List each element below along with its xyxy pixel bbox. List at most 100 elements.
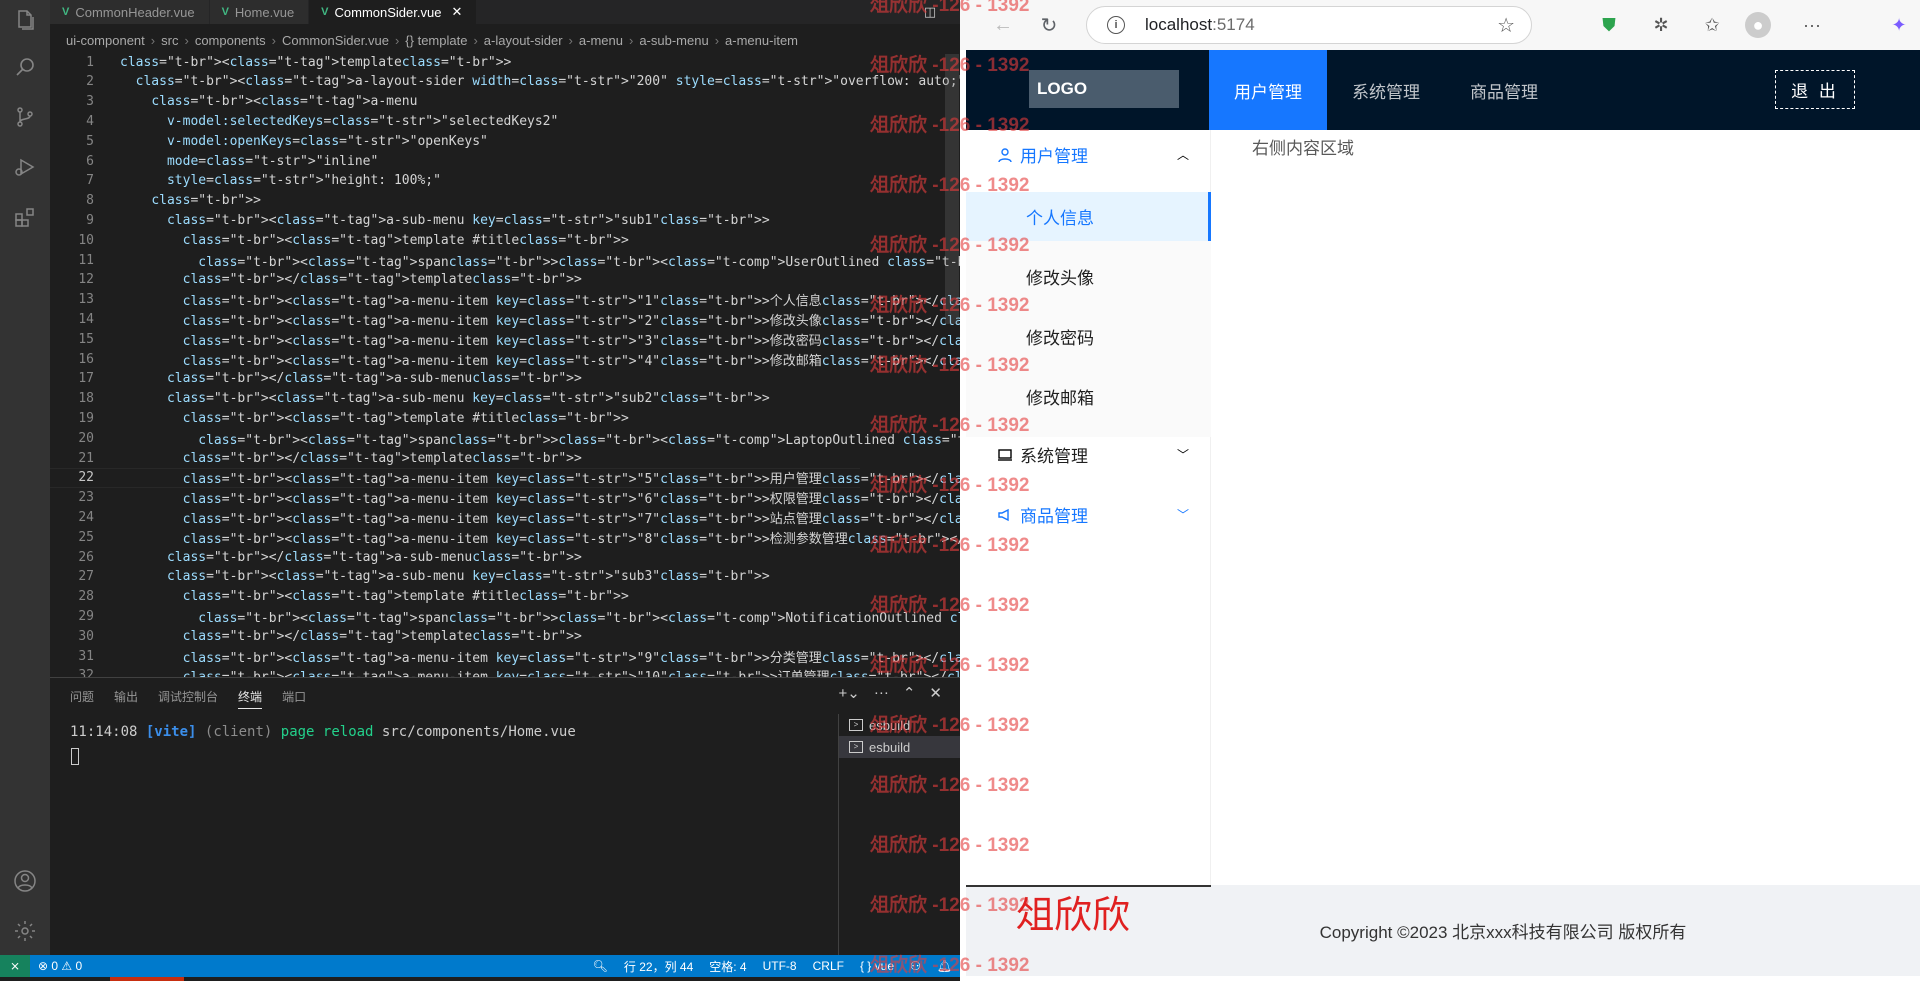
copilot-icon[interactable]: ✦ [1886,12,1912,38]
top-menu-item-users[interactable]: 用户管理 [1209,50,1327,130]
code-line[interactable]: 7 style=class="t-str">"height: 100%;" [50,171,860,191]
eol[interactable]: CRLF [805,959,852,973]
code-line[interactable]: 14 class="t-br"><class="t-tag">a-menu-it… [50,309,960,329]
search-icon[interactable] [13,55,37,79]
remote-icon[interactable]: ⨯ [0,955,30,977]
logout-button[interactable]: 退 出 [1775,70,1855,109]
bottom-panel: 问题 输出 调试控制台 终端 端口 +⌄ ··· ⌃ ✕ 11:14:08 [vite]… [50,677,960,956]
breadcrumb-item[interactable]: {} template [405,33,467,48]
shield-icon[interactable]: ⛊ [1596,12,1622,38]
code-line[interactable]: 26 class="t-br"></class="t-tag">a-sub-me… [50,547,860,567]
breadcrumb-item[interactable]: a-menu [579,33,623,48]
tab-commonheader[interactable]: V CommonHeader.vue [50,0,210,24]
maximize-panel-icon[interactable]: ⌃ [903,684,916,702]
code-line[interactable]: 2 class="t-br"><class="t-tag">a-layout-s… [50,72,960,92]
code-line[interactable]: 5 v-model:openKeys=class="t-str">"openKe… [50,131,860,151]
extensions-icon[interactable] [13,205,37,229]
source-control-icon[interactable] [13,105,37,129]
code-text: class="t-br"><class="t-tag">a-menu-item … [182,313,960,329]
code-line[interactable]: 12 class="t-br"></class="t-tag">template… [50,270,860,290]
code-line[interactable]: 18 class="t-br"><class="t-tag">a-sub-men… [50,389,860,409]
code-line[interactable]: 21 class="t-br"></class="t-tag">template… [50,448,860,468]
code-line[interactable]: 3 class="t-br"><class="t-tag">a-menu [50,92,860,112]
favorite-star-icon[interactable]: ☆ [1497,13,1515,38]
code-line[interactable]: 31 class="t-br"><class="t-tag">a-menu-it… [50,646,960,666]
terminal-icon: > [849,741,863,753]
code-line[interactable]: 30 class="t-br"></class="t-tag">template… [50,626,860,646]
line-number: 11 [78,252,94,268]
top-menu-item-products[interactable]: 商品管理 [1445,50,1563,130]
code-line[interactable]: 8 class="t-br">> [50,191,860,211]
code-line[interactable]: 19 class="t-br"><class="t-tag">template … [50,408,860,428]
profile-avatar-icon[interactable]: ● [1745,12,1771,38]
tab-commonsider[interactable]: V CommonSider.vue ✕ [309,0,478,24]
code-line[interactable]: 32 class="t-br"><class="t-tag">a-menu-it… [50,666,960,677]
code-editor[interactable]: 1 class="t-br"><class="t-tag">templatecla… [50,52,960,677]
problems-status[interactable]: ⊗ 0 ⚠ 0 [30,959,90,973]
code-line[interactable]: 11 class="t-br"><class="t-tag">spanclass… [50,250,960,270]
panel-tab[interactable]: 调试控制台 [158,688,218,709]
extensions-puzzle-icon[interactable]: ✲ [1648,12,1674,38]
refresh-icon[interactable]: ↻ [1036,12,1062,38]
code-line[interactable]: 13 class="t-br"><class="t-tag">a-menu-it… [50,290,960,310]
line-number: 12 [78,272,94,288]
taskbar-indicator [110,977,184,981]
encoding[interactable]: UTF-8 [755,959,805,973]
more-icon[interactable]: ··· [874,684,889,702]
code-line[interactable]: 10 class="t-br"><class="t-tag">template … [50,230,860,250]
explorer-icon[interactable] [13,8,37,32]
top-menu-item-system[interactable]: 系统管理 [1327,50,1445,130]
tab-home[interactable]: V Home.vue [209,0,310,24]
breadcrumb-item[interactable]: components [195,33,266,48]
code-line[interactable]: 15 class="t-br"><class="t-tag">a-menu-it… [50,329,960,349]
account-icon[interactable] [13,869,37,893]
editor-tabs: V CommonHeader.vue V Home.vue V CommonSider… [50,0,960,24]
code-line[interactable]: 28 class="t-br"><class="t-tag">template … [50,587,860,607]
close-tab-icon[interactable]: ✕ [451,4,462,20]
settings-gear-icon[interactable] [13,919,37,943]
code-text: class="t-br"><class="t-tag">a-menu-item … [182,294,960,310]
line-number: 13 [78,292,94,308]
code-text: class="t-br"><class="t-tag">a-menu-item … [182,531,960,547]
code-line[interactable]: 4 v-model:selectedKeys=class="t-str">"se… [50,111,860,131]
breadcrumb-item[interactable]: a-menu-item [725,33,798,48]
code-line[interactable]: 25 class="t-br"><class="t-tag">a-menu-it… [50,527,960,547]
zoom-icon[interactable]: 🔍︎ [585,959,616,973]
site-info-icon[interactable]: i [1107,16,1125,34]
code-line[interactable]: 29 class="t-br"><class="t-tag">spanclass… [50,606,960,626]
code-line[interactable]: 22 class="t-br"><class="t-tag">a-menu-it… [50,467,960,488]
line-number: 16 [78,351,94,367]
code-line[interactable]: 24 class="t-br"><class="t-tag">a-menu-it… [50,507,960,527]
code-line[interactable]: 9 class="t-br"><class="t-tag">a-sub-menu… [50,210,860,230]
new-terminal-icon[interactable]: +⌄ [839,684,860,702]
panel-tab[interactable]: 终端 [238,688,263,709]
close-panel-icon[interactable]: ✕ [929,684,942,702]
breadcrumb-item[interactable]: src [161,33,178,48]
cursor-position[interactable]: 行 22，列 44 [616,958,701,975]
code-line[interactable]: 27 class="t-br"><class="t-tag">a-sub-men… [50,567,860,587]
run-debug-icon[interactable] [13,155,37,179]
breadcrumb-item[interactable]: ui-component [66,33,145,48]
favorites-icon[interactable]: ✩ [1699,12,1725,38]
line-number: 30 [78,628,94,644]
code-text: class="t-br"></class="t-tag">a-sub-menuc… [166,371,582,387]
code-line[interactable]: 20 class="t-br"><class="t-tag">spanclass… [50,428,960,448]
browser-window: ← ↻ i localhost:5174 ☆ ⛊ ✲ ✩ ● ··· ✦ LOG… [960,0,1920,981]
code-text: class="t-br"><class="t-tag">a-sub-menu k… [166,569,770,585]
terminal-instance[interactable]: > esbuild [839,736,960,758]
panel-tab[interactable]: 问题 [70,688,94,709]
breadcrumb-item[interactable]: a-layout-sider [484,33,563,48]
breadcrumb-item[interactable]: a-sub-menu [639,33,708,48]
panel-tab[interactable]: 端口 [282,688,306,709]
code-line[interactable]: 6 mode=class="t-str">"inline" [50,151,860,171]
menu-dots-icon[interactable]: ··· [1799,12,1825,38]
code-line[interactable]: 17 class="t-br"></class="t-tag">a-sub-me… [50,369,860,389]
watermark-text: 俎欣欣 -126 - 1392 [870,655,1030,676]
indentation[interactable]: 空格: 4 [701,958,754,975]
panel-tab[interactable]: 输出 [114,688,138,709]
code-line[interactable]: 23 class="t-br"><class="t-tag">a-menu-it… [50,488,960,508]
breadcrumb-item[interactable]: CommonSider.vue [282,33,389,48]
address-bar[interactable]: i localhost:5174 ☆ [1086,6,1532,44]
code-line[interactable]: 16 class="t-br"><class="t-tag">a-menu-it… [50,349,960,369]
code-line[interactable]: 1 class="t-br"><class="t-tag">templatecla… [50,52,860,72]
